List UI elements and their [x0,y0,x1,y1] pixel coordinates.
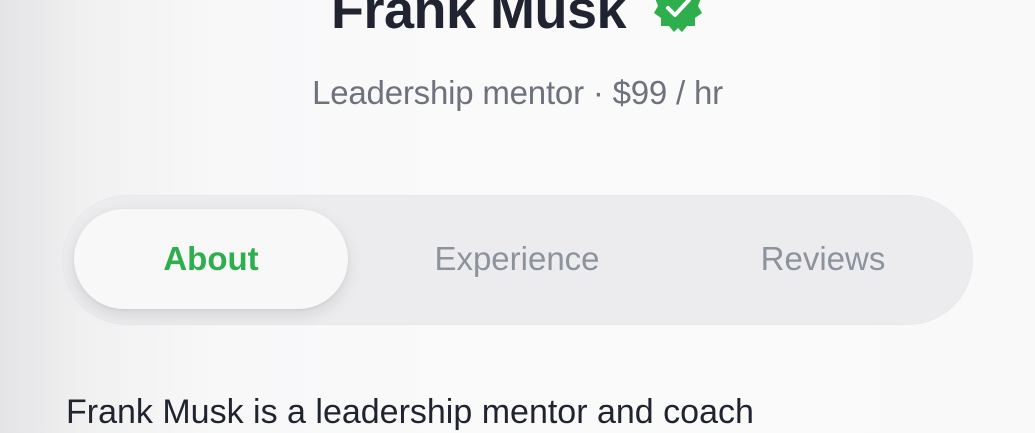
profile-header: Frank Musk [0,0,1035,40]
verified-check-icon [652,0,704,33]
profile-tabs: About Experience Reviews [62,195,973,325]
about-description: Frank Musk is a leadership mentor and co… [66,393,754,431]
tab-experience[interactable]: Experience [380,209,654,309]
profile-subtitle: Leadership mentor · $99 / hr [312,74,723,111]
tab-reviews[interactable]: Reviews [686,209,960,309]
tab-about[interactable]: About [74,209,348,309]
profile-name: Frank Musk [330,0,627,40]
